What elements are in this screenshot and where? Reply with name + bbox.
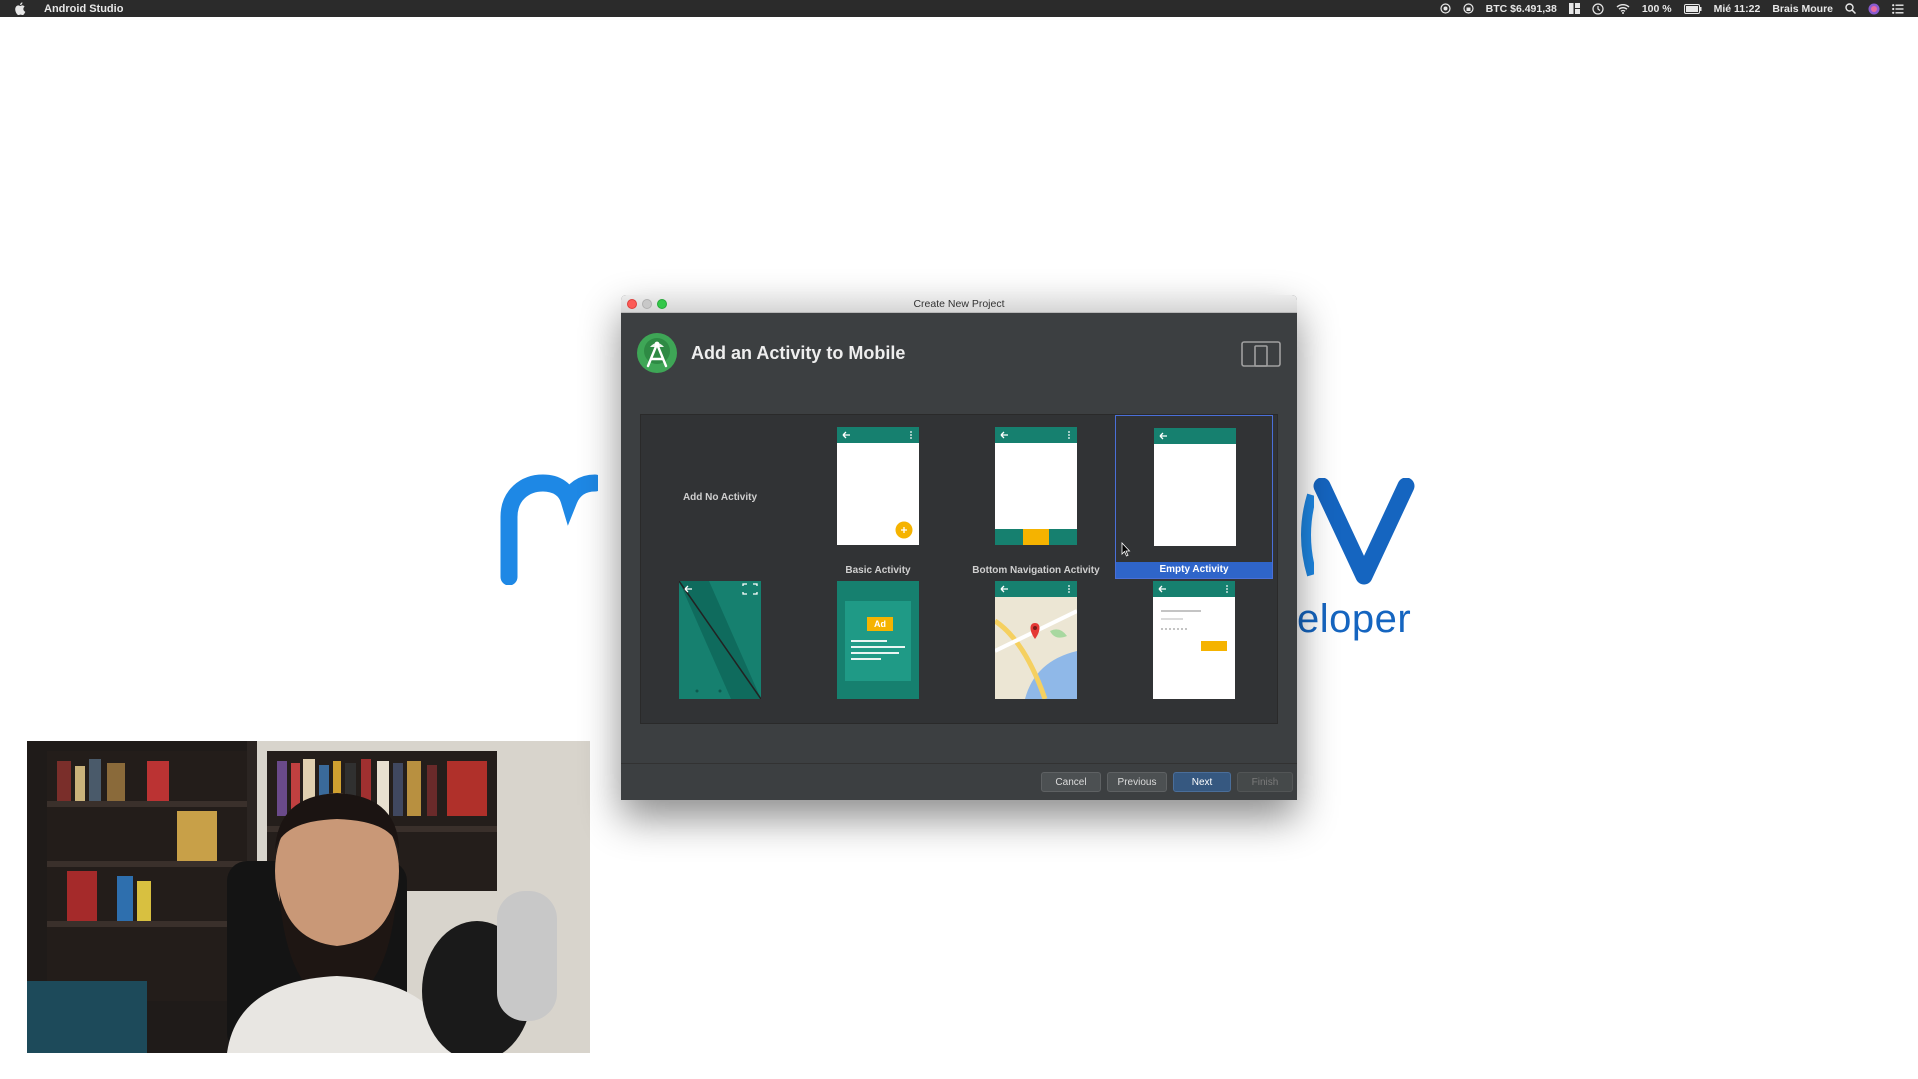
dialog-footer: Cancel Previous Next Finish [621,763,1297,800]
empty-activity-thumbnail [1154,428,1236,546]
template-label [799,729,957,745]
admob-ads-activity-thumbnail [837,581,919,699]
user-menu[interactable]: Brais Moure [1772,3,1833,15]
finish-button[interactable]: Finish [1237,772,1293,792]
google-maps-activity-thumbnail [995,581,1077,699]
template-label: Add No Activity [682,491,758,503]
login-activity-thumbnail [1153,581,1235,699]
cancel-button[interactable]: Cancel [1041,772,1101,792]
template-label: Bottom Navigation Activity [972,565,1100,576]
template-admob-ads-activity[interactable]: Ad [799,581,957,745]
brand-logo-v-letter [1313,478,1415,585]
template-google-maps-activity[interactable] [957,581,1115,745]
template-add-no-activity[interactable]: Add No Activity [641,415,799,579]
create-new-project-dialog: Create New Project Add an Activity to Mo… [621,295,1297,800]
template-bottom-navigation-activity[interactable]: Bottom Navigation Activity [957,415,1115,579]
template-label [957,729,1115,745]
brand-logo-text-fragment: eloper [1297,597,1412,641]
record-icon[interactable] [1440,3,1451,14]
android-studio-logo-icon [637,333,677,373]
spotlight-search-icon[interactable] [1845,3,1856,14]
template-label: Basic Activity [845,565,911,576]
template-label [641,729,799,745]
brand-logo-m-letter [500,474,598,585]
dialog-titlebar[interactable]: Create New Project [621,295,1297,313]
spaces-icon[interactable] [1568,3,1580,14]
btc-ticker[interactable]: BTC $6.491,38 [1486,3,1557,15]
webcam-scene [27,741,590,1053]
ad-badge: Ad [867,617,893,631]
fullscreen-activity-thumbnail [679,581,761,699]
screen: { "menubar": { "app_name": "Android Stud… [0,0,1918,1079]
notification-center-icon[interactable] [1892,3,1904,14]
template-login-activity[interactable] [1115,581,1273,745]
template-empty-activity[interactable]: Empty Activity [1115,415,1273,579]
webcam-video [27,741,590,1053]
battery-icon[interactable] [1683,3,1702,14]
siri-icon[interactable] [1868,3,1880,15]
activity-template-gallery: Add No Activity Basic Activity Bottom Na… [640,414,1278,724]
battery-percent[interactable]: 100 % [1642,3,1672,15]
template-basic-activity[interactable]: Basic Activity [799,415,957,579]
mouse-cursor-icon [1121,542,1131,557]
apple-menu-icon[interactable] [14,2,26,15]
minimize-window-button[interactable] [642,299,652,309]
template-fullscreen-activity[interactable] [641,581,799,745]
close-window-button[interactable] [627,299,637,309]
dialog-header: Add an Activity to Mobile [621,313,1297,393]
time-machine-icon[interactable] [1592,2,1604,15]
previous-button[interactable]: Previous [1107,772,1167,792]
dialog-window-title: Create New Project [913,297,1005,310]
dialog-heading: Add an Activity to Mobile [691,342,906,363]
clock[interactable]: Mié 11:22 [1714,3,1761,15]
template-label [1115,729,1273,745]
zoom-window-button[interactable] [657,299,667,309]
basic-activity-thumbnail [837,427,919,545]
next-button[interactable]: Next [1173,772,1231,792]
wifi-icon[interactable] [1616,3,1630,14]
menu-bar: Android Studio BTC $6.491,38 100 % Mié 1… [0,0,1918,17]
app-name-menu[interactable]: Android Studio [44,3,123,15]
form-factor-device-icon [1241,341,1281,367]
template-label: Empty Activity [1116,562,1272,578]
bottom-navigation-activity-thumbnail [995,427,1077,545]
lock-status-icon[interactable] [1463,3,1474,14]
